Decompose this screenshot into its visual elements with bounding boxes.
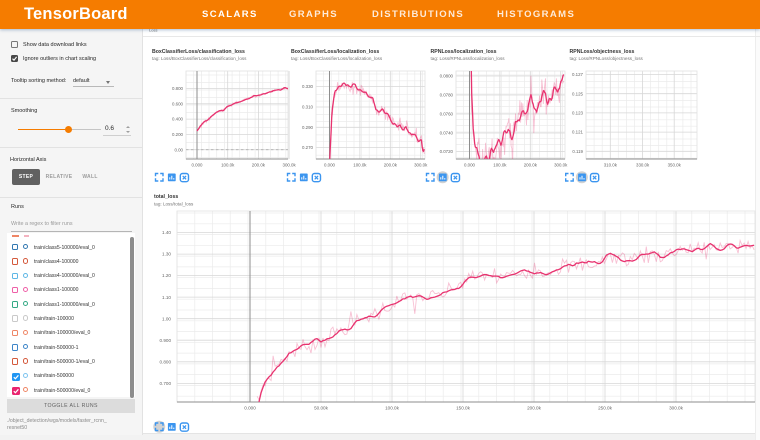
svg-text:0.127: 0.127 [572, 72, 584, 77]
svg-text:0.0720: 0.0720 [440, 149, 454, 154]
svg-text:0.200: 0.200 [172, 132, 184, 137]
svg-text:0.600: 0.600 [172, 101, 184, 106]
svg-text:0.000: 0.000 [192, 163, 204, 168]
svg-text:350.0k: 350.0k [668, 163, 682, 168]
svg-text:0.800: 0.800 [172, 86, 184, 91]
svg-text:0.400: 0.400 [172, 117, 184, 122]
svg-text:300.0k: 300.0k [283, 163, 297, 168]
svg-text:1.10: 1.10 [162, 295, 171, 300]
svg-text:0.119: 0.119 [572, 149, 583, 154]
svg-text:0.270: 0.270 [302, 145, 314, 150]
svg-text:RPNLoss/localization_loss: RPNLoss/localization_loss [431, 49, 497, 55]
svg-text:Loss: Loss [149, 28, 157, 33]
svg-text:1.00: 1.00 [162, 316, 171, 321]
svg-text:300.0k: 300.0k [669, 406, 683, 411]
svg-text:0.0740: 0.0740 [440, 131, 454, 136]
svg-text:100.0k: 100.0k [493, 163, 507, 168]
svg-text:RPNLoss/objectness_loss: RPNLoss/objectness_loss [570, 49, 635, 55]
svg-text:BoxClassifierLoss/localization: BoxClassifierLoss/localization_loss [291, 49, 379, 55]
svg-text:0.800: 0.800 [160, 359, 172, 364]
svg-text:0.000: 0.000 [244, 406, 256, 411]
svg-text:0.00: 0.00 [174, 147, 183, 152]
svg-text:150.0k: 150.0k [456, 406, 470, 411]
svg-text:0.0780: 0.0780 [440, 93, 454, 98]
svg-text:50.00k: 50.00k [314, 406, 328, 411]
svg-text:300.0k: 300.0k [414, 163, 428, 168]
svg-text:250.0k: 250.0k [598, 406, 612, 411]
svg-text:tag: Loss/BoxClassifierLoss/cl: tag: Loss/BoxClassifierLoss/classificati… [152, 56, 247, 61]
svg-text:1.20: 1.20 [162, 273, 171, 278]
svg-text:0.125: 0.125 [572, 91, 584, 96]
svg-text:0.000: 0.000 [324, 163, 336, 168]
svg-text:0.290: 0.290 [302, 125, 314, 130]
svg-text:0.123: 0.123 [572, 111, 584, 116]
svg-text:200.0k: 200.0k [524, 163, 538, 168]
svg-text:tag: Loss/BoxClassifierLoss/lo: tag: Loss/BoxClassifierLoss/localization… [291, 56, 383, 61]
svg-text:200.0k: 200.0k [527, 406, 541, 411]
svg-text:tag: Loss/total_loss: tag: Loss/total_loss [154, 202, 194, 207]
svg-text:100.0k: 100.0k [221, 163, 235, 168]
svg-text:1.30: 1.30 [162, 252, 171, 257]
svg-text:1.40: 1.40 [162, 230, 171, 235]
svg-text:200.0k: 200.0k [384, 163, 398, 168]
svg-text:0.310: 0.310 [302, 105, 314, 110]
svg-text:310.0k: 310.0k [604, 163, 618, 168]
svg-text:BoxClassifierLoss/classificati: BoxClassifierLoss/classification_loss [152, 49, 245, 55]
svg-text:0.0760: 0.0760 [440, 112, 454, 117]
svg-text:total_loss: total_loss [154, 194, 178, 200]
svg-text:300.0k: 300.0k [554, 163, 568, 168]
svg-text:200.0k: 200.0k [252, 163, 266, 168]
svg-text:0.000: 0.000 [464, 163, 476, 168]
svg-text:0.121: 0.121 [572, 130, 584, 135]
svg-text:0.900: 0.900 [160, 338, 172, 343]
svg-text:0.330: 0.330 [302, 84, 314, 89]
svg-text:100.0k: 100.0k [353, 163, 367, 168]
svg-text:tag: Loss/RPNLoss/localization: tag: Loss/RPNLoss/localization_loss [431, 56, 506, 61]
svg-text:0.0800: 0.0800 [440, 74, 454, 79]
svg-text:330.0k: 330.0k [636, 163, 650, 168]
svg-text:tag: Loss/RPNLoss/objectness_l: tag: Loss/RPNLoss/objectness_loss [570, 56, 644, 61]
svg-text:100.0k: 100.0k [385, 406, 399, 411]
svg-text:0.700: 0.700 [160, 381, 172, 386]
